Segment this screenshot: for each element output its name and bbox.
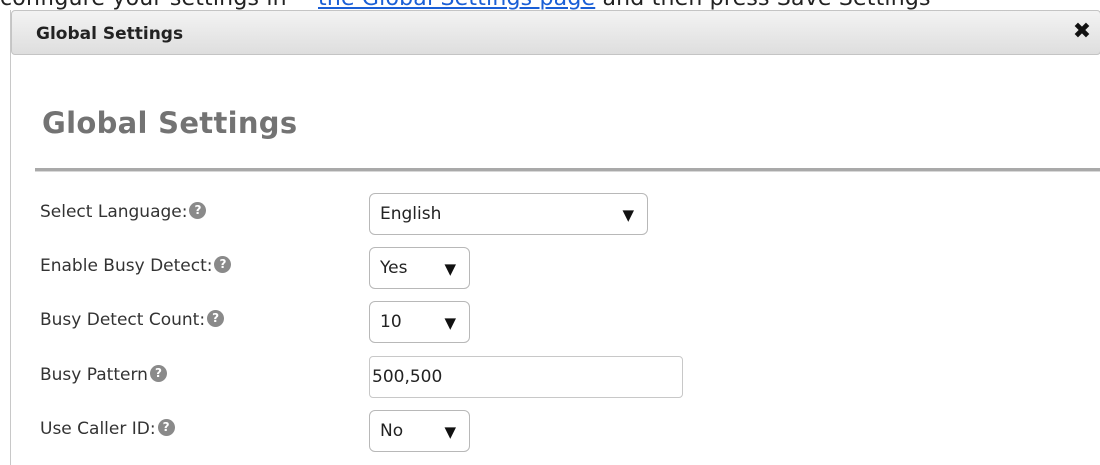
background-text-suffix: and then press Save Settings (602, 0, 930, 10)
busy-count-select[interactable]: 10 ▼ (369, 301, 470, 343)
help-icon[interactable]: ? (157, 419, 175, 436)
language-select[interactable]: English ▼ (369, 193, 648, 235)
busy-pattern-label: Busy Pattern? (40, 365, 167, 385)
caller-id-select-value: No (380, 421, 404, 441)
chevron-down-icon: ▼ (444, 314, 456, 332)
chevron-down-icon: ▼ (622, 206, 634, 224)
busy-count-row: Busy Detect Count:? 10 ▼ (11, 301, 1100, 343)
global-settings-dialog: Global Settings ✖ Global Settings Select… (10, 10, 1100, 465)
caller-id-select[interactable]: No ▼ (369, 410, 470, 452)
language-row: Select Language:? English ▼ (11, 193, 1100, 235)
caller-id-row: Use Caller ID:? No ▼ (11, 410, 1100, 452)
busy-detect-row: Enable Busy Detect:? Yes ▼ (11, 247, 1100, 289)
help-icon[interactable]: ? (189, 202, 207, 219)
busy-pattern-input[interactable] (369, 356, 683, 398)
background-text-prefix: configure your settings in (0, 0, 318, 10)
chevron-down-icon: ▼ (444, 260, 456, 278)
language-label: Select Language:? (40, 202, 207, 222)
busy-detect-select-value: Yes (380, 258, 408, 278)
busy-pattern-row: Busy Pattern? (11, 356, 1100, 398)
busy-detect-select[interactable]: Yes ▼ (369, 247, 470, 289)
heading-divider (35, 168, 1100, 172)
help-icon[interactable]: ? (149, 365, 167, 382)
page-title: Global Settings (42, 106, 298, 140)
dialog-titlebar[interactable]: Global Settings ✖ (11, 10, 1100, 55)
busy-detect-label: Enable Busy Detect:? (40, 256, 232, 276)
close-icon[interactable]: ✖ (1070, 20, 1094, 44)
dialog-title: Global Settings (36, 24, 184, 44)
chevron-down-icon: ▼ (444, 423, 456, 441)
help-icon[interactable]: ? (214, 256, 232, 273)
busy-count-label: Busy Detect Count:? (40, 310, 225, 330)
help-icon[interactable]: ? (207, 310, 225, 327)
language-select-value: English (380, 204, 442, 224)
caller-id-label: Use Caller ID:? (40, 419, 175, 439)
background-link[interactable]: the Global Settings page (318, 0, 595, 10)
busy-count-select-value: 10 (380, 312, 402, 332)
background-page-text: configure your settings inthe Global Set… (0, 0, 1100, 10)
